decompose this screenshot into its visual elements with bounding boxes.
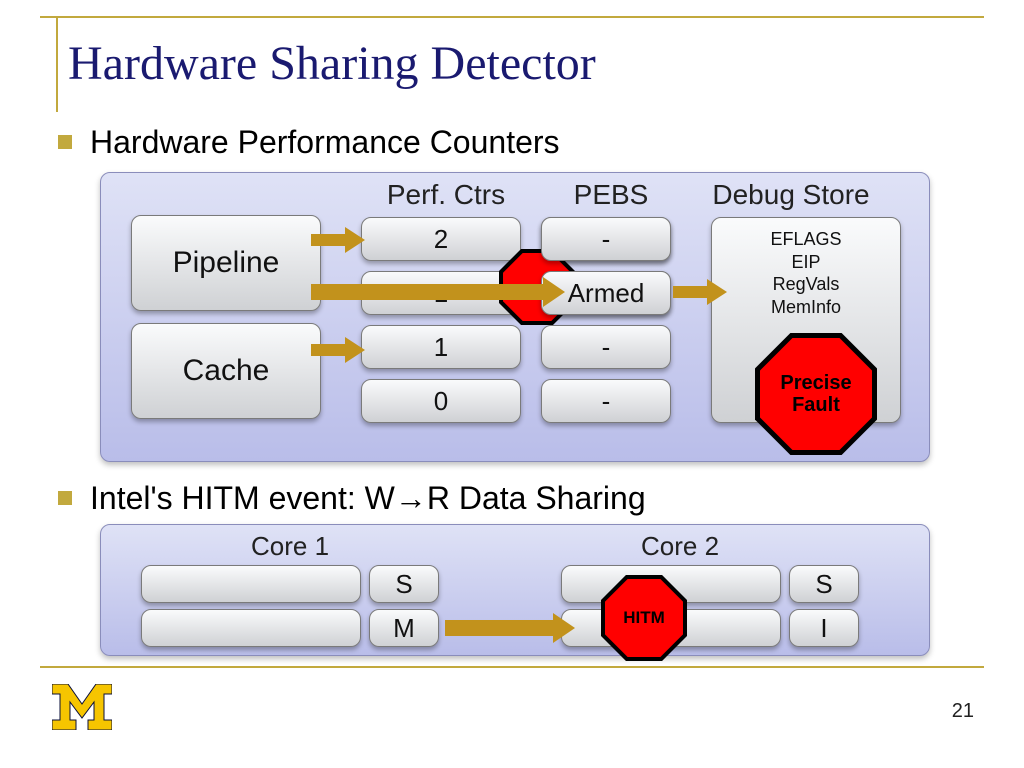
bullet-text: Hardware Performance Counters <box>90 124 560 160</box>
debug-line3: MemInfo <box>771 297 841 317</box>
bullet-hpc: Hardware Performance Counters <box>58 124 560 161</box>
page-number: 21 <box>952 700 974 723</box>
arrow-armed-right-icon <box>673 279 729 305</box>
hitm-octagon: HITM <box>605 579 683 657</box>
arrow-pipeline-icon <box>311 227 367 253</box>
header-perfctrs: Perf. Ctrs <box>371 179 521 211</box>
bullet-text: Intel's HITM event: W→R Data Sharing <box>90 480 646 516</box>
debug-line1: EIP <box>791 252 820 272</box>
top-rule <box>40 16 984 18</box>
bullet-icon <box>58 135 72 149</box>
pebs-0b: - <box>541 217 671 261</box>
core1-label: Core 1 <box>251 531 329 562</box>
slide-title: Hardware Sharing Detector <box>68 36 596 91</box>
umich-logo-icon <box>52 684 112 730</box>
arrow-hitm-icon <box>445 613 575 643</box>
debug-line2: RegVals <box>773 274 840 294</box>
core2-state-0: S <box>789 565 859 603</box>
hpc-panel: Perf. Ctrs PEBS Debug Store Pipeline Cac… <box>100 172 930 462</box>
arrow-cache-icon <box>311 337 367 363</box>
bullet-icon <box>58 491 72 505</box>
bottom-rule <box>40 666 984 668</box>
header-debug: Debug Store <box>691 179 891 211</box>
core1-state-1: M <box>369 609 439 647</box>
core2-label: Core 2 <box>641 531 719 562</box>
debug-line0: EFLAGS <box>770 229 841 249</box>
precise-fault-octagon: Precise Fault <box>760 338 872 450</box>
arrow-armed-left-icon <box>311 277 565 307</box>
header-pebs: PEBS <box>551 179 671 211</box>
bullet-hitm: Intel's HITM event: W→R Data Sharing <box>58 480 646 517</box>
core2-state-1: I <box>789 609 859 647</box>
core1-state-0: S <box>369 565 439 603</box>
core1-top-left <box>141 565 361 603</box>
core1-bot-left <box>141 609 361 647</box>
pebs-2: - <box>541 325 671 369</box>
perfctr-2: 1 <box>361 325 521 369</box>
pebs-3: - <box>541 379 671 423</box>
hitm-panel: Core 1 Core 2 S M S I HITM <box>100 524 930 656</box>
perfctr-3: 0 <box>361 379 521 423</box>
perfctr-0: 2 <box>361 217 521 261</box>
title-vertical-rule <box>56 16 58 112</box>
pipeline-box: Pipeline <box>131 215 321 311</box>
cache-box: Cache <box>131 323 321 419</box>
